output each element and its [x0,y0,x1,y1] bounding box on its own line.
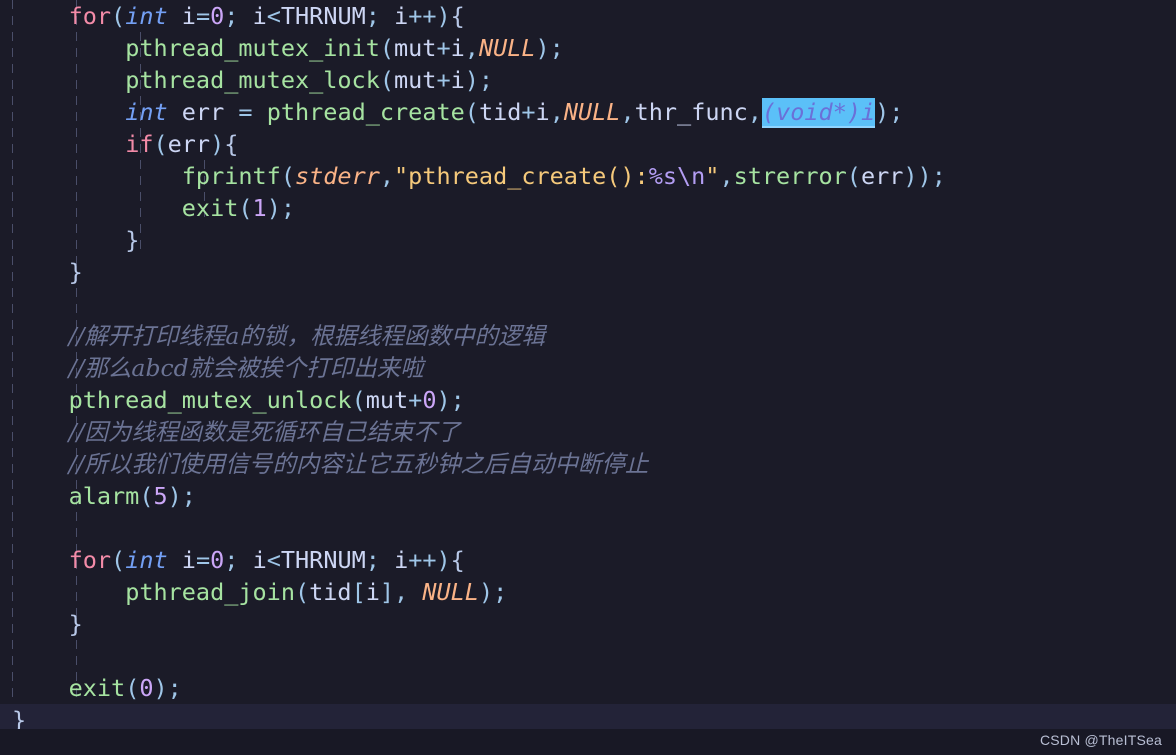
const-stderr: stderr [294,162,380,190]
fn-pthread-mutex-unlock: pthread_mutex_unlock [68,386,352,414]
code-line[interactable]: pthread_join(tid[i], NULL); [0,576,1176,608]
keyword-if: if [125,130,154,158]
fn-pthread-mutex-lock: pthread_mutex_lock [125,66,380,94]
macro-thrnum: THRNUM [280,2,366,30]
code-line[interactable]: pthread_mutex_lock(mut+i); [0,64,1176,96]
comment: //解开打印线程a的锁，根据线程函数中的逻辑 [68,322,545,350]
const-null: NULL [478,34,536,62]
code-line[interactable]: //所以我们使用信号的内容让它五秒钟之后自动中断停止 [0,448,1176,480]
fn-alarm: alarm [68,482,140,510]
code-line-blank[interactable] [0,640,1176,672]
fn-fprintf: fprintf [181,162,281,190]
status-bar: CSDN @TheITSea [0,729,1176,755]
id-thr-func: thr_func [634,98,748,126]
code-line[interactable]: } [0,256,1176,288]
code-line[interactable]: for(int i=0; i<THRNUM; i++){ [0,0,1176,32]
code-line-blank[interactable] [0,512,1176,544]
code-lines: for(int i=0; i<THRNUM; i++){ pthread_mut… [0,0,1176,736]
fn-pthread-mutex-init: pthread_mutex_init [125,34,380,62]
fn-strerror: strerror [733,162,847,190]
comment: //所以我们使用信号的内容让它五秒钟之后自动中断停止 [68,450,649,478]
code-line[interactable]: //那么abcd就会被挨个打印出来啦 [0,352,1176,384]
selected-text[interactable]: (void*)i [761,98,876,128]
code-line[interactable]: //解开打印线程a的锁，根据线程函数中的逻辑 [0,320,1176,352]
code-line[interactable]: } [0,224,1176,256]
code-line[interactable]: exit(1); [0,192,1176,224]
fn-pthread-join: pthread_join [125,578,295,606]
code-line[interactable]: if(err){ [0,128,1176,160]
code-line[interactable]: alarm(5); [0,480,1176,512]
code-line[interactable]: pthread_mutex_unlock(mut+0); [0,384,1176,416]
code-line[interactable]: //因为线程函数是死循环自己结束不了 [0,416,1176,448]
type-int: int [125,2,168,30]
code-line[interactable]: pthread_mutex_init(mut+i,NULL); [0,32,1176,64]
code-line[interactable]: for(int i=0; i<THRNUM; i++){ [0,544,1176,576]
comment: //因为线程函数是死循环自己结束不了 [68,418,461,446]
code-line[interactable]: } [0,608,1176,640]
watermark-label: CSDN @TheITSea [1039,732,1162,748]
code-editor[interactable]: for(int i=0; i<THRNUM; i++){ pthread_mut… [0,0,1176,755]
code-line[interactable]: int err = pthread_create(tid+i,NULL,thr_… [0,96,1176,128]
fn-exit: exit [181,194,239,222]
fn-pthread-create: pthread_create [266,98,465,126]
comment: //那么abcd就会被挨个打印出来啦 [68,354,424,382]
code-line[interactable]: fprintf(stderr,"pthread_create():%s\n",s… [0,160,1176,192]
code-line-blank[interactable] [0,288,1176,320]
keyword-for: for [68,2,112,30]
code-line[interactable]: exit(0); [0,672,1176,704]
